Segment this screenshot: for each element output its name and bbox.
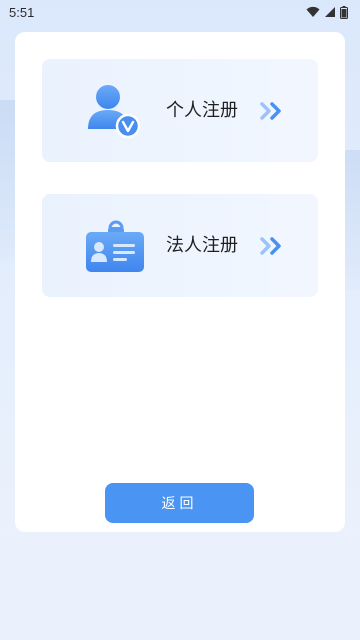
corporate-registration-label: 法人注册 [166, 235, 238, 256]
battery-icon [340, 5, 348, 19]
wifi-icon [306, 6, 320, 18]
corporate-registration-option[interactable]: 法人注册 [42, 194, 318, 297]
status-bar: 5:51 [0, 0, 360, 24]
double-chevron-right-icon [260, 102, 284, 120]
status-time: 5:51 [9, 4, 35, 20]
personal-registration-option[interactable]: 个人注册 [42, 59, 318, 162]
registration-card: 个人注册 法人注册 返回 [15, 32, 345, 532]
person-verified-icon [82, 83, 148, 141]
status-icons [306, 5, 348, 19]
id-card-icon [82, 218, 148, 276]
signal-icon [324, 6, 336, 18]
double-chevron-right-icon [260, 237, 284, 255]
back-button[interactable]: 返回 [105, 483, 254, 523]
personal-registration-label: 个人注册 [166, 100, 238, 121]
bottom-background [0, 532, 360, 640]
